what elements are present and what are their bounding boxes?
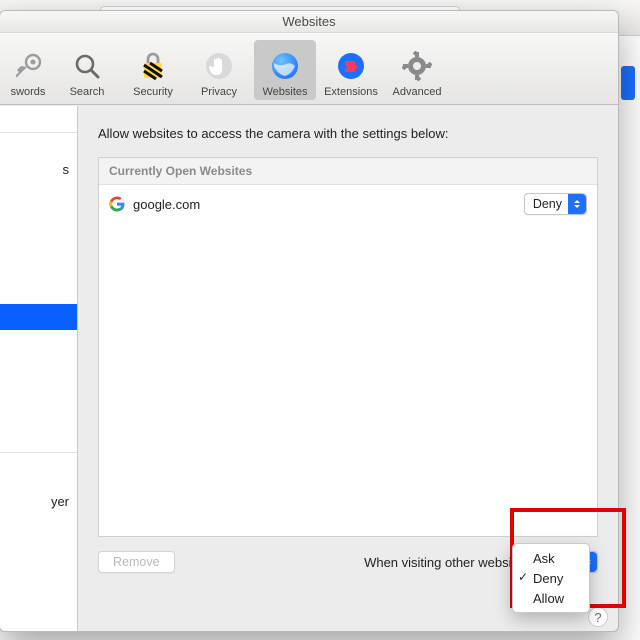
toolbar-advanced[interactable]: Advanced bbox=[386, 40, 448, 100]
sidebar-separator bbox=[0, 132, 77, 133]
policy-option-allow[interactable]: Allow bbox=[513, 588, 589, 608]
toolbar-websites[interactable]: Websites bbox=[254, 40, 316, 100]
toolbar-label: Advanced bbox=[393, 86, 442, 98]
panel-description: Allow websites to access the camera with… bbox=[98, 126, 598, 141]
sidebar-item-partial[interactable]: s bbox=[63, 162, 70, 177]
toolbar-search[interactable]: Search bbox=[56, 40, 118, 100]
toolbar-label: swords bbox=[11, 86, 46, 98]
help-icon[interactable]: ? bbox=[588, 607, 608, 627]
site-policy-value: Deny bbox=[533, 197, 562, 211]
site-policy-dropdown[interactable]: Deny bbox=[524, 193, 587, 215]
toolbar-privacy[interactable]: Privacy bbox=[188, 40, 250, 100]
sidebar-item-partial[interactable]: yer bbox=[51, 494, 69, 509]
preferences-window: Websites swords Search Security Privacy bbox=[0, 10, 619, 632]
toolbar-passwords[interactable]: swords bbox=[4, 40, 52, 100]
policy-popover: Ask ✓Deny Allow bbox=[512, 543, 590, 613]
preferences-title: Websites bbox=[0, 11, 618, 33]
toolbar-security[interactable]: Security bbox=[122, 40, 184, 100]
site-name: google.com bbox=[133, 197, 524, 212]
site-row[interactable]: google.com Deny bbox=[99, 185, 597, 223]
puzzle-icon bbox=[335, 50, 367, 82]
globe-icon bbox=[269, 50, 301, 82]
toolbar-label: Security bbox=[133, 86, 173, 98]
open-websites-list: Currently Open Websites google.com Deny bbox=[98, 157, 598, 537]
toolbar-label: Search bbox=[70, 86, 105, 98]
sidebar-separator bbox=[0, 452, 77, 453]
preferences-toolbar: swords Search Security Privacy Websites bbox=[0, 33, 618, 105]
other-websites-label: When visiting other websites bbox=[364, 555, 529, 570]
search-icon bbox=[71, 50, 103, 82]
chevron-updown-icon bbox=[568, 194, 586, 214]
toolbar-extensions[interactable]: Extensions bbox=[320, 40, 382, 100]
open-websites-header: Currently Open Websites bbox=[99, 158, 597, 185]
gear-icon bbox=[401, 50, 433, 82]
remove-button[interactable]: Remove bbox=[98, 551, 175, 573]
hand-stop-icon bbox=[203, 50, 235, 82]
preferences-content: s yer Allow websites to access the camer… bbox=[0, 106, 618, 631]
toolbar-label: Extensions bbox=[324, 86, 378, 98]
check-icon: ✓ bbox=[518, 570, 528, 584]
lock-striped-icon bbox=[137, 50, 169, 82]
toolbar-label: Privacy bbox=[201, 86, 237, 98]
background-right-button[interactable] bbox=[621, 66, 635, 100]
sidebar-item-selected[interactable] bbox=[0, 304, 77, 330]
toolbar-label: Websites bbox=[262, 86, 307, 98]
sidebar: s yer bbox=[0, 106, 78, 631]
key-icon bbox=[12, 50, 44, 82]
policy-option-ask[interactable]: Ask bbox=[513, 548, 589, 568]
main-panel: Allow websites to access the camera with… bbox=[78, 106, 618, 631]
policy-option-deny[interactable]: ✓Deny bbox=[513, 568, 589, 588]
google-favicon-icon bbox=[109, 196, 125, 212]
